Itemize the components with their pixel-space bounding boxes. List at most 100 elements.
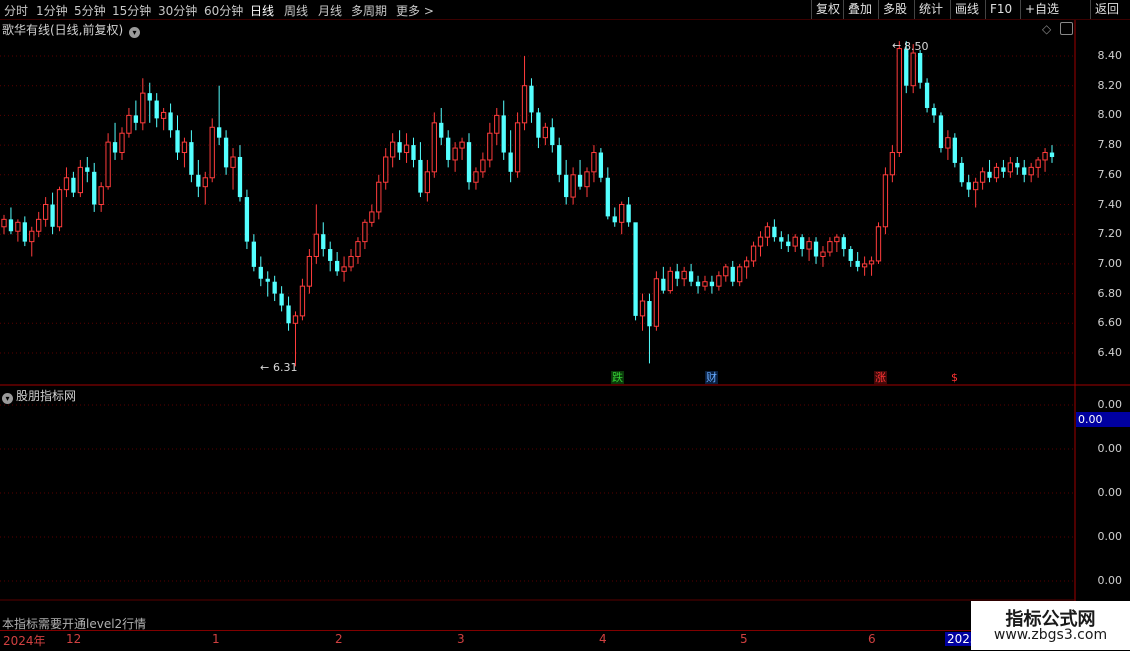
candle-body xyxy=(15,221,21,232)
candle-body xyxy=(258,266,263,279)
candle xyxy=(98,182,104,212)
indicator-title: 股朋指标网 xyxy=(16,389,77,403)
candle-body xyxy=(1015,162,1020,168)
candle-body xyxy=(702,281,708,287)
candle-body xyxy=(764,226,771,238)
candle xyxy=(779,231,784,250)
candle xyxy=(841,234,846,257)
candle xyxy=(411,137,416,168)
candle xyxy=(85,156,90,183)
candle xyxy=(154,93,159,128)
sub-panel-title[interactable]: ▾ 股朋指标网 xyxy=(2,387,76,404)
candle xyxy=(189,130,194,183)
candle-body xyxy=(160,111,167,119)
candle xyxy=(1028,162,1034,183)
candle xyxy=(626,197,631,227)
candle-body xyxy=(237,156,243,198)
candle xyxy=(446,130,451,168)
candle xyxy=(133,100,139,131)
panel-toggle-icon[interactable] xyxy=(1060,22,1073,35)
candle-body xyxy=(882,174,889,228)
candle xyxy=(230,148,236,190)
y-tick: 8.00 xyxy=(1097,108,1123,121)
candle-body xyxy=(570,174,576,198)
y-tick: 6.40 xyxy=(1097,346,1123,359)
chevron-down-icon[interactable]: ▾ xyxy=(2,393,13,404)
candle xyxy=(244,189,250,250)
candle-body xyxy=(8,219,14,232)
event-marker-up[interactable]: 涨 xyxy=(874,371,887,384)
candle xyxy=(77,159,83,198)
y-tick: 0.00 xyxy=(1097,574,1123,587)
candle-body xyxy=(536,112,541,138)
candle-body xyxy=(626,204,631,223)
candle-body xyxy=(514,122,521,173)
candle xyxy=(564,159,569,205)
candle-body xyxy=(119,132,125,154)
candle-body xyxy=(154,100,159,119)
candle xyxy=(424,159,431,202)
event-marker-dividend[interactable]: $ xyxy=(950,371,959,384)
candle xyxy=(945,130,951,160)
candle-body xyxy=(22,222,27,242)
candle xyxy=(938,112,944,153)
candle-body xyxy=(979,171,986,183)
candle xyxy=(584,167,590,198)
candle-body xyxy=(334,260,340,272)
candle-body xyxy=(959,162,964,183)
candle xyxy=(730,260,735,287)
candle xyxy=(459,137,465,160)
candle-body xyxy=(1028,166,1034,176)
candle-body xyxy=(806,241,812,250)
candle xyxy=(418,142,423,198)
candle xyxy=(272,275,277,302)
candle xyxy=(598,148,604,183)
candle xyxy=(1015,156,1020,175)
event-marker-finance[interactable]: 财 xyxy=(705,371,718,384)
candle xyxy=(286,296,291,331)
y-tick: 6.80 xyxy=(1097,287,1123,300)
candle-body xyxy=(723,266,729,277)
main-panel-title[interactable]: 歌华有线(日线,前复权) ▾ xyxy=(2,21,141,38)
candle-body xyxy=(639,300,646,317)
candle xyxy=(209,118,215,183)
candle xyxy=(834,234,840,253)
candle-body xyxy=(397,142,402,153)
candle xyxy=(882,167,889,235)
candle xyxy=(390,133,396,168)
candle-body xyxy=(924,82,930,108)
candle xyxy=(22,216,27,247)
y-tick: 0.00 xyxy=(1097,530,1123,543)
candle-body xyxy=(896,48,902,154)
candle xyxy=(550,118,555,153)
candle-body xyxy=(92,171,97,205)
candle xyxy=(15,219,21,242)
diamond-icon[interactable]: ◇ xyxy=(1042,22,1051,36)
candle-body xyxy=(910,52,916,87)
candle-body xyxy=(709,281,715,287)
candle xyxy=(397,130,402,160)
candle-body xyxy=(820,251,826,257)
candle-body xyxy=(743,260,750,268)
candle-body xyxy=(362,221,368,243)
candle xyxy=(709,275,715,294)
candle xyxy=(757,231,764,257)
candle xyxy=(306,249,313,294)
candle-body xyxy=(431,122,437,173)
candle-body xyxy=(1035,159,1041,168)
y-tick: 0.00 xyxy=(1097,442,1123,455)
candle-body xyxy=(653,278,660,327)
candle-body xyxy=(612,216,617,223)
candle-body xyxy=(667,270,673,292)
candle xyxy=(764,222,771,247)
candle-body xyxy=(230,156,236,168)
chevron-down-icon[interactable]: ▾ xyxy=(129,27,141,38)
candle-body xyxy=(459,141,465,149)
candle-body xyxy=(328,249,333,261)
candle-body xyxy=(987,171,992,178)
event-marker-down[interactable]: 跌 xyxy=(611,371,624,384)
candle-body xyxy=(446,137,451,160)
y-tick: 7.40 xyxy=(1097,198,1123,211)
candle xyxy=(653,271,660,331)
y-tick: 6.60 xyxy=(1097,316,1123,329)
